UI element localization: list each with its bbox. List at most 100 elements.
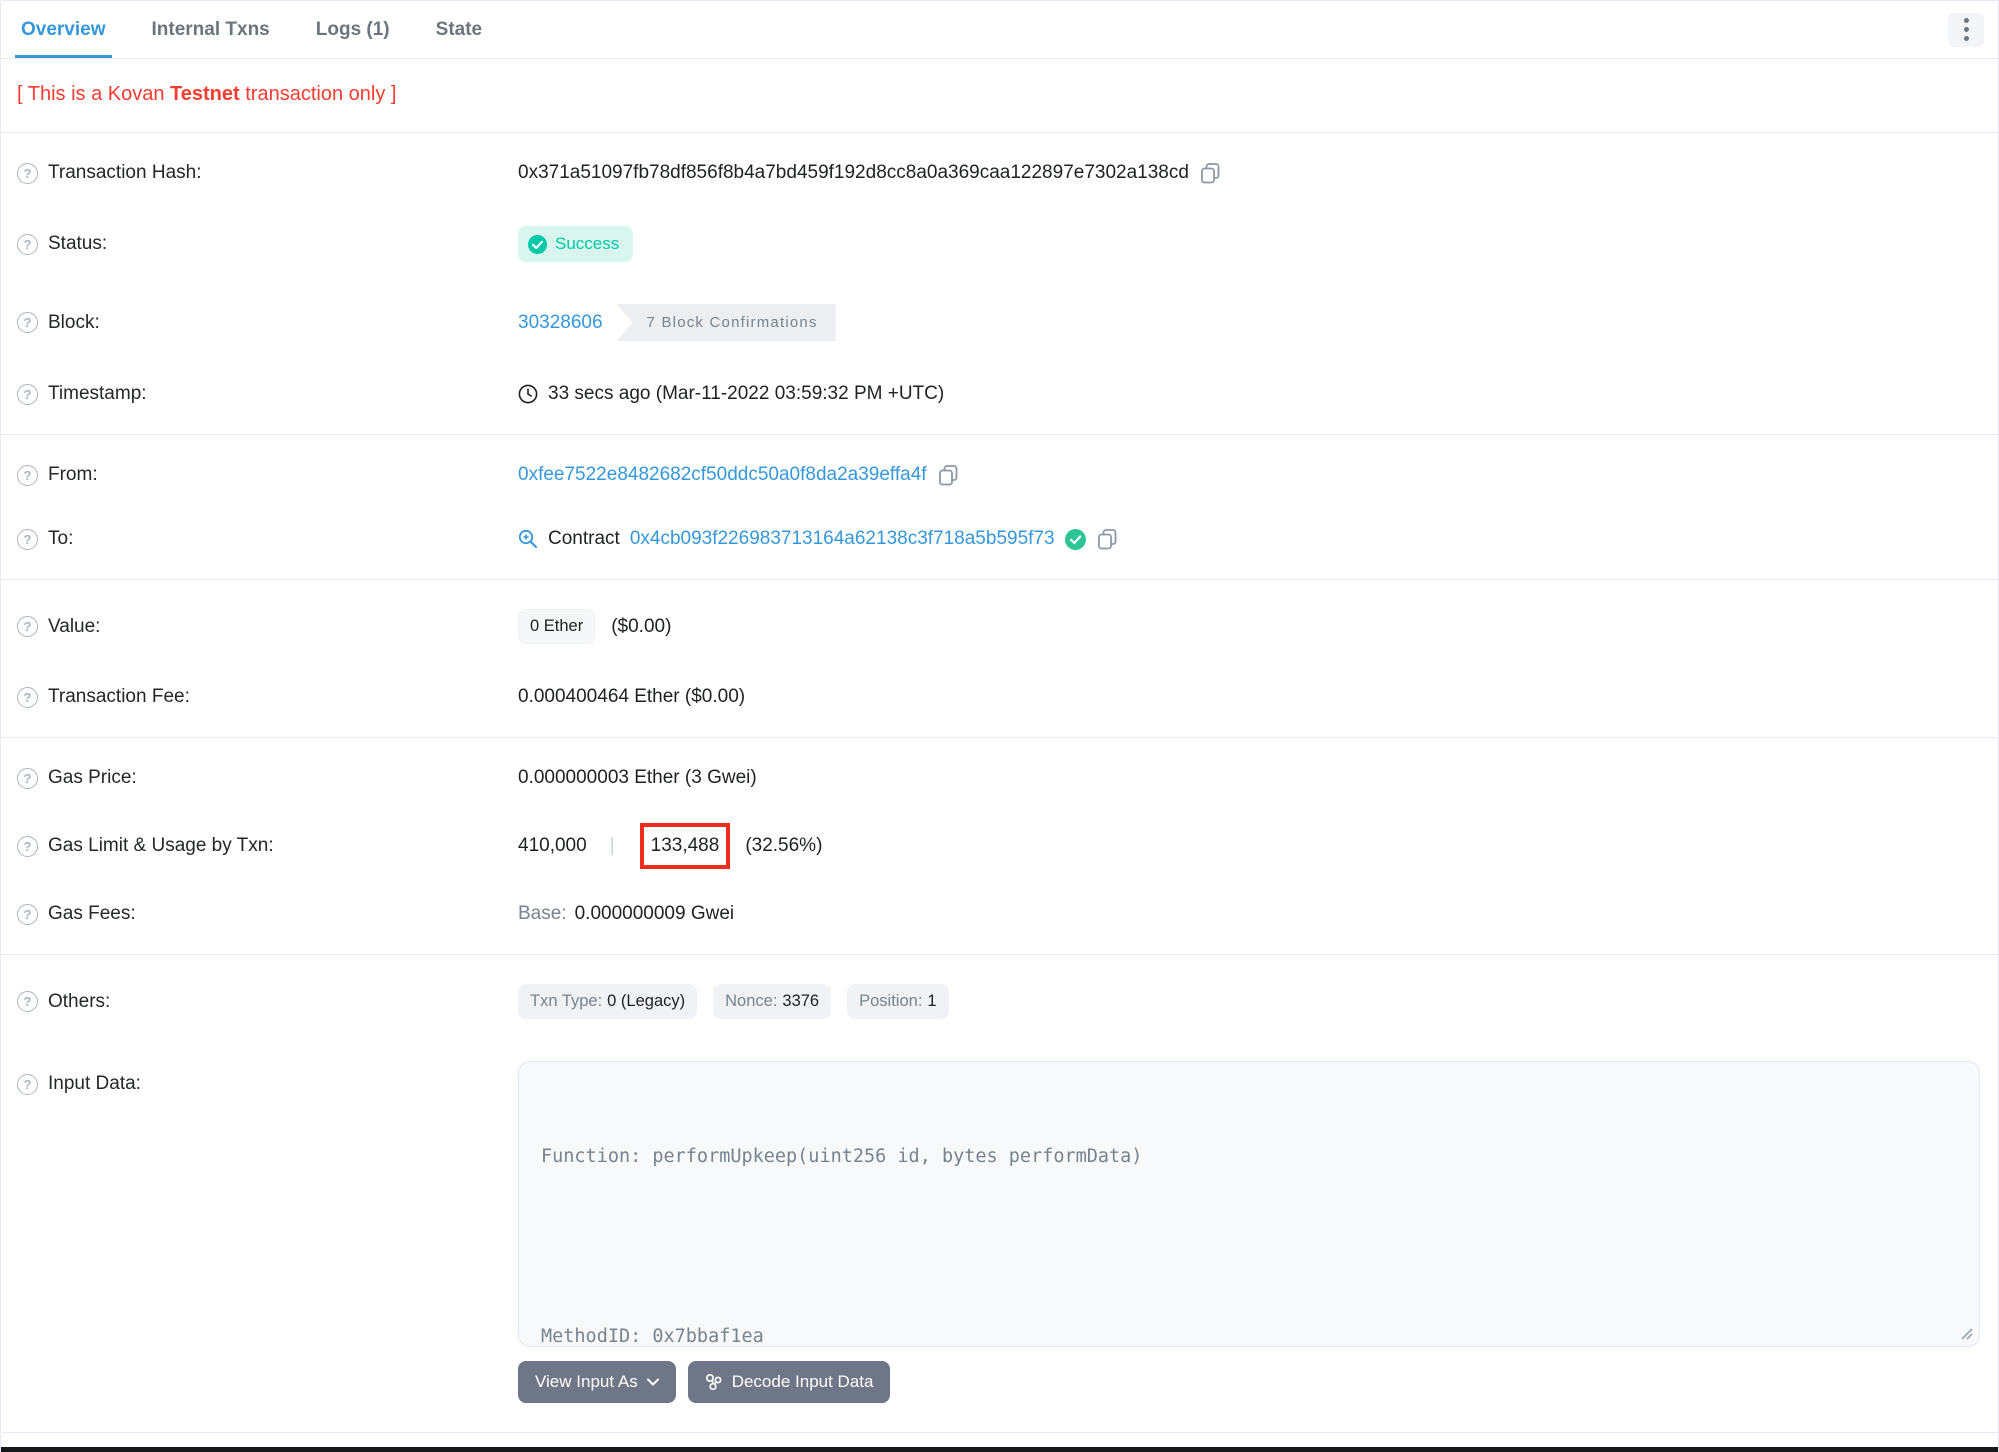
status-label: Status:	[48, 233, 108, 254]
block-confirmations-badge: 7 Block Confirmations	[616, 304, 836, 341]
kebab-menu-icon	[1963, 16, 1969, 43]
others-label: Others:	[48, 990, 111, 1012]
copy-icon[interactable]	[1097, 528, 1117, 550]
to-contract-prefix: Contract	[548, 528, 620, 549]
gas-used-percent: (32.56%)	[745, 835, 823, 856]
transaction-hash-label: Transaction Hash:	[48, 162, 202, 183]
row-transaction-fee: ? Transaction Fee: 0.000400464 Ether ($0…	[1, 665, 1998, 729]
position-value: 1	[927, 992, 937, 1010]
row-others: ? Others: Txn Type: 0 (Legacy) Nonce: 33…	[1, 963, 1998, 1040]
row-from: ? From: 0xfee7522e8482682cf50ddc50a0f8da…	[1, 443, 1998, 507]
nonce-badge: Nonce: 3376	[713, 984, 832, 1019]
decode-input-data-button[interactable]: Decode Input Data	[687, 1361, 891, 1403]
input-data-actions: View Input As Decode Input Data	[518, 1361, 1982, 1403]
help-icon[interactable]: ?	[17, 383, 38, 405]
txn-type-label: Txn Type:	[530, 992, 603, 1010]
testnet-notice-bold: Testnet	[170, 83, 240, 105]
position-label: Position:	[859, 992, 923, 1010]
copy-icon[interactable]	[938, 464, 958, 486]
block-number-link[interactable]: 30328606	[518, 312, 603, 334]
help-icon[interactable]: ?	[17, 312, 38, 333]
value-usd: ($0.00)	[611, 615, 672, 637]
ether-amount-badge: 0 Ether	[518, 609, 596, 644]
copy-icon[interactable]	[1201, 162, 1220, 184]
tab-internal-txns[interactable]: Internal Txns	[146, 1, 276, 58]
gas-used-highlight-box: 133,488	[639, 823, 731, 869]
gas-price-value: 0.000000003 Ether (3 Gwei)	[518, 767, 757, 788]
testnet-notice-suffix: transaction only ]	[239, 83, 397, 105]
help-icon[interactable]: ?	[17, 528, 38, 550]
txn-type-badge: Txn Type: 0 (Legacy)	[518, 984, 698, 1019]
section-parties: ? From: 0xfee7522e8482682cf50ddc50a0f8da…	[1, 435, 1998, 580]
verified-check-icon	[1064, 528, 1086, 550]
to-address-link[interactable]: 0x4cb093f226983713164a62138c3f718a5b595f…	[630, 528, 1055, 550]
gas-separator: |	[609, 835, 615, 856]
position-badge: Position: 1	[847, 984, 949, 1019]
help-icon[interactable]: ?	[17, 903, 38, 925]
gas-fees-label: Gas Fees:	[48, 903, 136, 924]
gas-fees-base-label: Base:	[518, 903, 567, 924]
help-icon[interactable]: ?	[17, 1073, 38, 1095]
testnet-notice-prefix: [ This is a Kovan	[17, 83, 171, 105]
input-data-textarea[interactable]: Function: performUpkeep(uint256 id, byte…	[518, 1061, 1980, 1347]
decode-input-data-label: Decode Input Data	[731, 1372, 874, 1391]
section-summary: ? Transaction Hash: 0x371a51097fb78df856…	[1, 133, 1998, 435]
gas-limit-usage-label: Gas Limit & Usage by Txn:	[48, 835, 274, 856]
tab-bar: Overview Internal Txns Logs (1) State	[1, 1, 1998, 59]
row-input-data: ? Input Data: Function: performUpkeep(ui…	[1, 1040, 1998, 1424]
row-block: ? Block: 30328606 7 Block Confirmations	[1, 283, 1998, 362]
kebab-menu-button[interactable]	[1948, 12, 1984, 47]
status-badge: Success	[518, 226, 634, 262]
row-value: ? Value: 0 Ether ($0.00)	[1, 588, 1998, 665]
view-input-as-button[interactable]: View Input As	[518, 1361, 676, 1403]
help-icon[interactable]: ?	[17, 162, 38, 184]
check-circle-icon	[528, 234, 547, 254]
tab-logs[interactable]: Logs (1)	[310, 1, 396, 58]
chevron-down-icon	[646, 1378, 659, 1386]
decode-icon	[705, 1373, 722, 1391]
from-address-link[interactable]: 0xfee7522e8482682cf50ddc50a0f8da2a39effa…	[518, 464, 927, 486]
gas-price-label: Gas Price:	[48, 767, 137, 788]
tab-state[interactable]: State	[430, 1, 488, 58]
help-icon[interactable]: ?	[17, 835, 38, 857]
input-function-line: Function: performUpkeep(uint256 id, byte…	[541, 1146, 1143, 1167]
gas-used-value: 133,488	[650, 835, 720, 856]
transaction-hash-value: 0x371a51097fb78df856f8b4a7bd459f192d8cc8…	[518, 162, 1189, 183]
resize-handle-icon[interactable]	[1958, 1325, 1974, 1341]
row-gas-price: ? Gas Price: 0.000000003 Ether (3 Gwei)	[1, 746, 1998, 810]
status-text: Success	[555, 234, 620, 253]
timestamp-label: Timestamp:	[48, 383, 147, 404]
testnet-notice: [ This is a Kovan Testnet transaction on…	[1, 59, 1998, 133]
from-label: From:	[48, 464, 98, 485]
nonce-value: 3376	[782, 992, 820, 1010]
transaction-fee-label: Transaction Fee:	[48, 686, 190, 707]
input-methodid-line: MethodID: 0x7bbaf1ea	[541, 1326, 764, 1347]
value-label: Value:	[48, 615, 101, 637]
help-icon[interactable]: ?	[17, 991, 38, 1012]
input-data-label: Input Data:	[48, 1073, 141, 1094]
row-transaction-hash: ? Transaction Hash: 0x371a51097fb78df856…	[1, 141, 1998, 205]
nonce-label: Nonce:	[725, 992, 778, 1010]
section-gas: ? Gas Price: 0.000000003 Ether (3 Gwei) …	[1, 738, 1998, 955]
to-label: To:	[48, 528, 74, 549]
section-details: ? Others: Txn Type: 0 (Legacy) Nonce: 33…	[1, 955, 1998, 1433]
view-input-as-label: View Input As	[535, 1372, 638, 1391]
help-icon[interactable]: ?	[17, 686, 38, 708]
block-label: Block:	[48, 311, 100, 333]
transaction-overview-page: Overview Internal Txns Logs (1) State [ …	[0, 0, 1999, 1452]
help-icon[interactable]: ?	[17, 233, 38, 255]
zoom-in-icon[interactable]	[518, 529, 538, 549]
transaction-fee-value: 0.000400464 Ether ($0.00)	[518, 686, 746, 707]
help-icon[interactable]: ?	[17, 464, 38, 486]
row-to: ? To: Contract 0x4cb093f226983713164a621…	[1, 507, 1998, 571]
help-icon[interactable]: ?	[17, 767, 38, 789]
tab-overview[interactable]: Overview	[15, 1, 112, 58]
gas-fees-base-value: 0.000000009 Gwei	[574, 903, 735, 924]
row-status: ? Status: Success	[1, 205, 1998, 283]
gas-limit-value: 410,000	[518, 835, 587, 856]
txn-type-value: 0 (Legacy)	[607, 992, 686, 1010]
row-gas-limit-usage: ? Gas Limit & Usage by Txn: 410,000 | 13…	[1, 810, 1998, 882]
help-icon[interactable]: ?	[17, 616, 38, 637]
section-value: ? Value: 0 Ether ($0.00) ? Transaction F…	[1, 580, 1998, 738]
row-timestamp: ? Timestamp: 33 secs ago (Mar-11-2022 03…	[1, 362, 1998, 426]
